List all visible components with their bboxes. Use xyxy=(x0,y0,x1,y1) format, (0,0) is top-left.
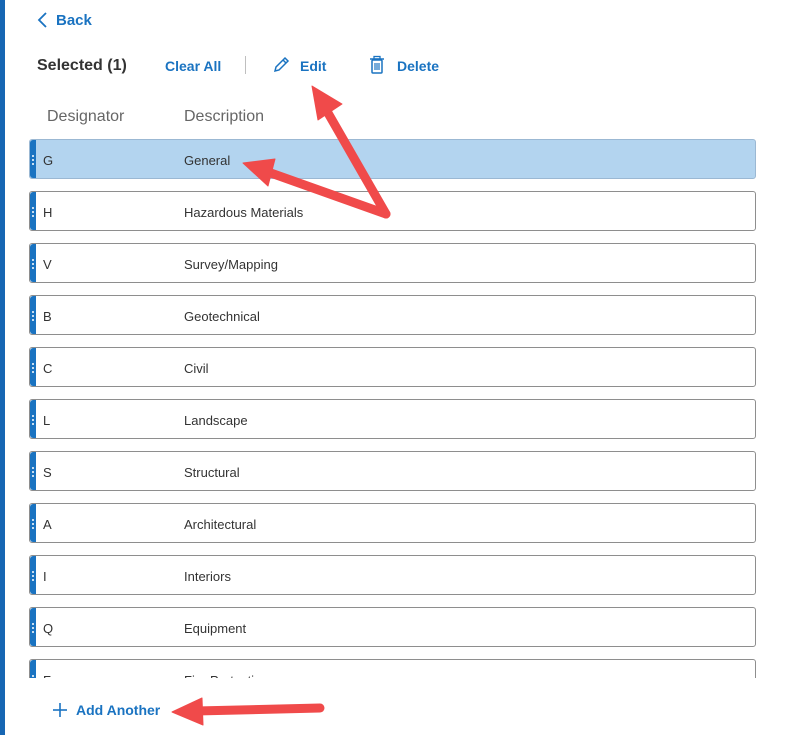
arrowhead-edit xyxy=(311,85,343,121)
drag-handle-icon[interactable] xyxy=(30,452,36,490)
row-designator: H xyxy=(43,205,53,220)
column-header-designator[interactable]: Designator xyxy=(47,108,124,126)
selected-count: Selected (1) xyxy=(37,57,127,74)
drag-handle-icon[interactable] xyxy=(30,660,36,678)
drag-handle-icon[interactable] xyxy=(30,608,36,646)
row-designator: C xyxy=(43,361,53,376)
table-row[interactable]: Q Equipment xyxy=(29,607,756,647)
row-description: Survey/Mapping xyxy=(184,257,278,272)
row-designator: Q xyxy=(43,621,54,636)
drag-handle-icon[interactable] xyxy=(30,296,36,334)
row-description: Structural xyxy=(184,465,240,480)
row-description: Civil xyxy=(184,361,209,376)
table-row[interactable]: G General xyxy=(29,139,756,179)
back-label: Back xyxy=(56,11,92,29)
table-row[interactable]: I Interiors xyxy=(29,555,756,595)
designator-list[interactable]: G General H Hazardous Materials V Survey/Mapp… xyxy=(29,139,756,678)
trash-icon[interactable] xyxy=(368,55,386,75)
row-description: Interiors xyxy=(184,569,231,584)
table-row[interactable]: B Geotechnical xyxy=(29,295,756,335)
row-designator: L xyxy=(43,413,51,428)
drag-handle-icon[interactable] xyxy=(30,192,36,230)
table-row[interactable]: V Survey/Mapping xyxy=(29,243,756,283)
add-another-button[interactable]: Add Another xyxy=(52,702,160,718)
row-designator: F xyxy=(43,673,51,678)
table-row[interactable]: S Structural xyxy=(29,451,756,491)
arrowhead-add-another xyxy=(171,697,204,726)
drag-handle-icon[interactable] xyxy=(30,348,36,386)
drag-handle-icon[interactable] xyxy=(30,400,36,438)
row-description: Fire Protection xyxy=(184,673,269,678)
row-description: Architectural xyxy=(184,517,257,532)
row-designator: A xyxy=(43,517,52,532)
row-designator: S xyxy=(43,465,52,480)
back-button[interactable]: Back xyxy=(36,11,92,29)
drag-handle-icon[interactable] xyxy=(30,556,36,594)
row-designator: B xyxy=(43,309,52,324)
table-row[interactable]: C Civil xyxy=(29,347,756,387)
column-header-description[interactable]: Description xyxy=(184,108,264,126)
table-row[interactable]: F Fire Protection xyxy=(29,659,756,678)
drag-handle-icon[interactable] xyxy=(30,504,36,542)
selection-toolbar: Selected (1) Clear All Edit Delete xyxy=(37,54,477,78)
table-row[interactable]: A Architectural xyxy=(29,503,756,543)
pencil-icon[interactable] xyxy=(272,55,290,75)
table-row[interactable]: H Hazardous Materials xyxy=(29,191,756,231)
drag-handle-icon[interactable] xyxy=(30,244,36,282)
row-description: Hazardous Materials xyxy=(184,205,304,220)
row-designator: I xyxy=(43,569,47,584)
arrow-to-add-another xyxy=(191,703,325,716)
row-description: Landscape xyxy=(184,413,248,428)
table-row[interactable]: L Landscape xyxy=(29,399,756,439)
edit-button[interactable]: Edit xyxy=(300,58,326,74)
left-accent-bar xyxy=(0,0,5,735)
chevron-left-icon xyxy=(37,12,47,28)
delete-button[interactable]: Delete xyxy=(397,58,439,74)
row-designator: V xyxy=(43,257,52,272)
plus-icon xyxy=(53,703,67,717)
toolbar-divider xyxy=(245,56,246,74)
drag-handle-icon[interactable] xyxy=(30,140,36,178)
row-description: General xyxy=(184,153,231,168)
row-designator: G xyxy=(43,153,54,168)
row-description: Equipment xyxy=(184,621,247,636)
clear-all-button[interactable]: Clear All xyxy=(165,58,221,74)
add-another-label: Add Another xyxy=(76,702,161,718)
row-description: Geotechnical xyxy=(184,309,260,324)
